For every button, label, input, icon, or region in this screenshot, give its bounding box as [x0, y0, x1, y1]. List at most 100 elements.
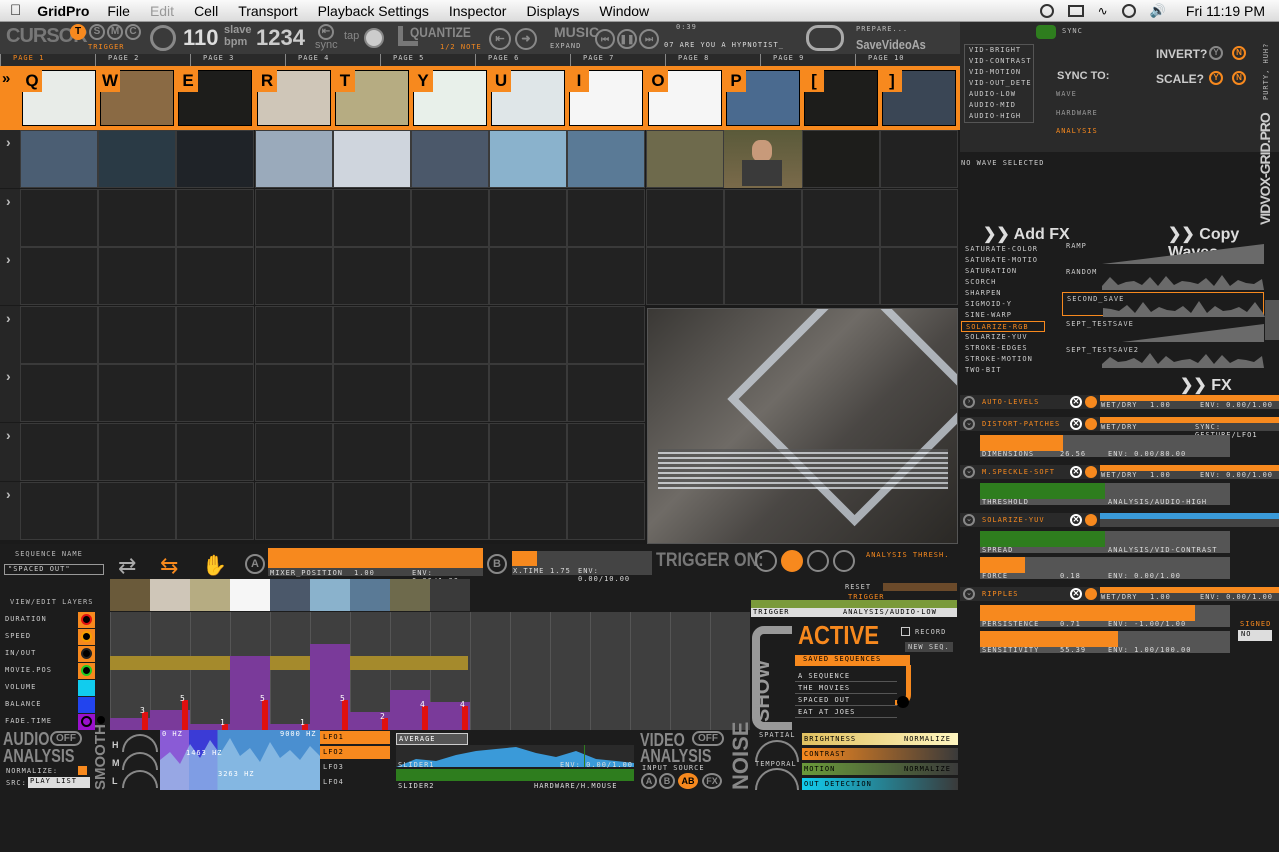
fx-list-item[interactable]: SOLARIZE-YUV: [961, 332, 1045, 343]
wetdry-slider[interactable]: WET/DRYSYNC: GESTURE/LFO1: [1100, 417, 1279, 439]
grid-cell[interactable]: [411, 188, 489, 247]
hand-icon[interactable]: ✋: [202, 553, 227, 578]
menu-playback-settings[interactable]: Playback Settings: [308, 3, 439, 19]
grid-cell[interactable]: [333, 423, 411, 481]
fx-param-slider[interactable]: PERSISTENCE 0.71 ENV: -1.00/1.00: [980, 605, 1230, 628]
fx-remove-icon[interactable]: ✕: [1070, 588, 1082, 600]
grid-cell[interactable]: [20, 188, 98, 247]
wave-item[interactable]: RAMP: [1062, 240, 1264, 264]
invert-yes-button[interactable]: Y: [1209, 46, 1223, 60]
fx-bypass-icon[interactable]: [1085, 418, 1097, 430]
wave-item[interactable]: RANDOM: [1062, 266, 1264, 290]
fx-bypass-icon[interactable]: [1085, 466, 1097, 478]
sequence-thumb[interactable]: [230, 579, 270, 611]
saved-sequence-item[interactable]: SPACED OUT: [795, 694, 897, 706]
grid-cell[interactable]: [98, 305, 176, 364]
grid-cell[interactable]: [411, 423, 489, 481]
input-b-button[interactable]: B: [659, 773, 675, 789]
grid-cell[interactable]: [489, 130, 567, 188]
wetdry-slider[interactable]: WET/DRY 1.00 ENV: 0.00/1.00: [1100, 395, 1279, 409]
grid-cell[interactable]: [567, 364, 645, 423]
fx-bypass-icon[interactable]: [1085, 514, 1097, 526]
video-off-toggle[interactable]: OFF: [692, 731, 724, 746]
fx-bypass-icon[interactable]: [1085, 396, 1097, 408]
sequence-thumb[interactable]: [150, 579, 190, 611]
fx-list-item[interactable]: SIGMOID-Y: [961, 299, 1045, 310]
sync-analysis-radio[interactable]: ANALYSIS: [1056, 127, 1098, 135]
sync-source-item[interactable]: VID-CONTRAST: [965, 56, 1033, 67]
new-seq-button[interactable]: NEW SEQ.: [905, 642, 953, 652]
sequence-thumb[interactable]: [390, 579, 430, 611]
tab-page-4[interactable]: PAGE 4: [285, 54, 380, 66]
layer-toggle-icon[interactable]: [78, 680, 95, 696]
tab-page-9[interactable]: PAGE 9: [760, 54, 855, 66]
audio-off-toggle[interactable]: OFF: [50, 731, 82, 746]
menu-displays[interactable]: Displays: [516, 3, 589, 19]
wave-item[interactable]: SEPT_TESTSAVE: [1062, 318, 1264, 342]
tab-page-2[interactable]: PAGE 2: [95, 54, 190, 66]
quantize-forward-icon[interactable]: ➜: [515, 28, 537, 50]
fx-name[interactable]: DISTORT-PATCHES: [982, 420, 1060, 428]
video-metric[interactable]: BRIGHTNESS NORMALIZE: [802, 733, 958, 745]
normalize-checkbox[interactable]: [78, 766, 87, 775]
grid-cell[interactable]: [20, 247, 98, 306]
signed-select[interactable]: NO: [1238, 630, 1272, 641]
menu-edit[interactable]: Edit: [140, 3, 184, 19]
pause-icon[interactable]: ❚❚: [617, 29, 637, 49]
trigger-hand-icon[interactable]: [833, 550, 855, 572]
grid-cell[interactable]: [176, 130, 254, 188]
grid-cell[interactable]: [802, 188, 880, 247]
display-icon[interactable]: [1067, 4, 1084, 17]
grid-cell[interactable]: [646, 247, 724, 306]
grid-cell[interactable]: [411, 130, 489, 188]
sync-back-icon[interactable]: ⇤: [318, 24, 334, 40]
menu-inspector[interactable]: Inspector: [439, 3, 517, 19]
tab-page-8[interactable]: PAGE 8: [665, 54, 760, 66]
tab-page-6[interactable]: PAGE 6: [475, 54, 570, 66]
step-duration[interactable]: [342, 700, 348, 730]
save-video-button[interactable]: SaveVideoAs: [856, 37, 926, 52]
grid-cell[interactable]: [255, 130, 333, 188]
play-row-icon[interactable]: »: [2, 70, 10, 87]
fx-expand-icon[interactable]: ⌄: [963, 588, 975, 600]
fx-remove-icon[interactable]: ✕: [1070, 466, 1082, 478]
add-fx-header[interactable]: ❯❯ Add FX: [983, 224, 1070, 244]
sequence-thumb[interactable]: [430, 579, 470, 611]
fx-list-item[interactable]: SCORCH: [961, 277, 1045, 288]
timemachine-icon[interactable]: [1039, 3, 1054, 18]
fx-param-slider[interactable]: SENSITIVITY 55.39 ENV: 1.00/100.00: [980, 631, 1230, 654]
reset-label[interactable]: RESET: [845, 583, 871, 591]
layer-dot-icon[interactable]: [97, 716, 105, 724]
lfo-tab-3[interactable]: LFO3: [320, 761, 390, 774]
grid-cell[interactable]: [98, 130, 176, 188]
video-metric[interactable]: MOTION NORMALIZE: [802, 763, 958, 775]
fx-name[interactable]: RIPPLES: [982, 590, 1019, 598]
trigger-source-bar[interactable]: TRIGGER ANALYSIS/AUDIO-LOW: [751, 608, 957, 617]
grid-cell[interactable]: [333, 130, 411, 188]
sync-hardware-radio[interactable]: HARDWARE: [1056, 109, 1098, 117]
step-duration[interactable]: [182, 700, 188, 730]
scale-no-button[interactable]: N: [1232, 71, 1246, 85]
tab-page-7[interactable]: PAGE 7: [570, 54, 665, 66]
grid-cell[interactable]: [20, 423, 98, 481]
chat-icon[interactable]: [1121, 3, 1136, 18]
app-menu[interactable]: GridPro: [31, 3, 97, 19]
fx-list-item[interactable]: STROKE-MOTION: [961, 354, 1045, 365]
grid-cell[interactable]: [724, 188, 802, 247]
grid-cell[interactable]: [489, 364, 567, 423]
grid-cell[interactable]: [333, 188, 411, 247]
expand-button[interactable]: EXPAND: [550, 42, 581, 50]
grid-cell[interactable]: [880, 130, 958, 188]
grid-cell[interactable]: [176, 423, 254, 481]
fx-name[interactable]: SOLARIZE-YUV: [982, 516, 1045, 524]
sequence-thumb[interactable]: [110, 579, 150, 611]
grid-cell[interactable]: [567, 481, 645, 540]
grid-cell[interactable]: [411, 481, 489, 540]
fx-remove-icon[interactable]: ✕: [1070, 514, 1082, 526]
fx-remove-icon[interactable]: ✕: [1070, 418, 1082, 430]
tab-page-1[interactable]: PAGE 1: [0, 54, 95, 66]
wave-item[interactable]: SECOND_SAVE: [1062, 292, 1265, 317]
tab-page-5[interactable]: PAGE 5: [380, 54, 475, 66]
grid-cell[interactable]: [176, 481, 254, 540]
step-duration[interactable]: [462, 706, 468, 730]
